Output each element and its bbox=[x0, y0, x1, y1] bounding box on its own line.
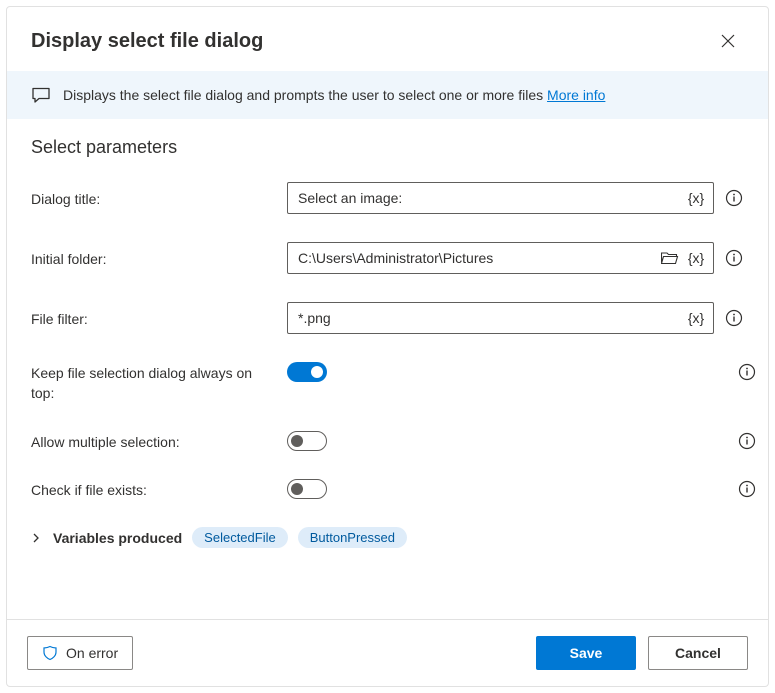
variables-produced-row[interactable]: Variables produced SelectedFile ButtonPr… bbox=[31, 527, 744, 548]
always-on-top-toggle[interactable] bbox=[287, 362, 327, 382]
variable-token-icon[interactable]: {x} bbox=[685, 307, 707, 329]
info-icon[interactable] bbox=[737, 431, 757, 451]
info-icon[interactable] bbox=[724, 308, 744, 328]
folder-browse-icon[interactable] bbox=[659, 247, 681, 269]
check-exists-toggle[interactable] bbox=[287, 479, 327, 499]
variable-chip[interactable]: SelectedFile bbox=[192, 527, 288, 548]
comment-icon bbox=[31, 85, 51, 105]
allow-multiple-toggle[interactable] bbox=[287, 431, 327, 451]
toggle-thumb bbox=[311, 366, 323, 378]
variable-chip[interactable]: ButtonPressed bbox=[298, 527, 407, 548]
toggle-thumb bbox=[291, 483, 303, 495]
variables-produced-label: Variables produced bbox=[53, 530, 182, 546]
dialog-header: Display select file dialog bbox=[7, 7, 768, 71]
dialog-footer: On error Save Cancel bbox=[7, 619, 768, 686]
info-icon[interactable] bbox=[724, 248, 744, 268]
on-error-label: On error bbox=[66, 645, 118, 661]
initial-folder-input[interactable] bbox=[296, 249, 659, 267]
chevron-right-icon bbox=[31, 533, 43, 543]
info-icon[interactable] bbox=[737, 479, 757, 499]
row-initial-folder: Initial folder: {x} bbox=[31, 242, 744, 274]
dialog-title-input[interactable] bbox=[296, 189, 685, 207]
row-always-on-top: Keep file selection dialog always on top… bbox=[31, 362, 744, 403]
label-file-filter: File filter: bbox=[31, 309, 287, 327]
label-check-exists: Check if file exists: bbox=[31, 480, 287, 498]
input-wrap-dialog-title: {x} bbox=[287, 182, 714, 214]
label-always-on-top: Keep file selection dialog always on top… bbox=[31, 362, 287, 403]
banner-text: Displays the select file dialog and prom… bbox=[63, 87, 605, 103]
label-dialog-title: Dialog title: bbox=[31, 189, 287, 207]
cancel-button[interactable]: Cancel bbox=[648, 636, 748, 670]
input-wrap-file-filter: {x} bbox=[287, 302, 714, 334]
info-banner: Displays the select file dialog and prom… bbox=[7, 71, 768, 119]
variable-token-icon[interactable]: {x} bbox=[685, 187, 707, 209]
close-icon bbox=[721, 34, 735, 48]
dialog-title: Display select file dialog bbox=[31, 30, 263, 53]
more-info-link[interactable]: More info bbox=[547, 87, 605, 103]
row-check-exists: Check if file exists: bbox=[31, 479, 744, 499]
label-initial-folder: Initial folder: bbox=[31, 249, 287, 267]
shield-icon bbox=[42, 645, 58, 661]
label-allow-multiple: Allow multiple selection: bbox=[31, 432, 287, 450]
file-filter-input[interactable] bbox=[296, 309, 685, 327]
save-button[interactable]: Save bbox=[536, 636, 636, 670]
row-file-filter: File filter: {x} bbox=[31, 302, 744, 334]
dialog: Display select file dialog Displays the … bbox=[6, 6, 769, 687]
close-button[interactable] bbox=[712, 25, 744, 57]
input-wrap-initial-folder: {x} bbox=[287, 242, 714, 274]
row-dialog-title: Dialog title: {x} bbox=[31, 182, 744, 214]
info-icon[interactable] bbox=[737, 362, 757, 382]
content-area: Select parameters Dialog title: {x} Init… bbox=[7, 119, 768, 619]
on-error-button[interactable]: On error bbox=[27, 636, 133, 670]
toggle-thumb bbox=[291, 435, 303, 447]
variable-token-icon[interactable]: {x} bbox=[685, 247, 707, 269]
section-title: Select parameters bbox=[31, 137, 744, 158]
row-allow-multiple: Allow multiple selection: bbox=[31, 431, 744, 451]
info-icon[interactable] bbox=[724, 188, 744, 208]
